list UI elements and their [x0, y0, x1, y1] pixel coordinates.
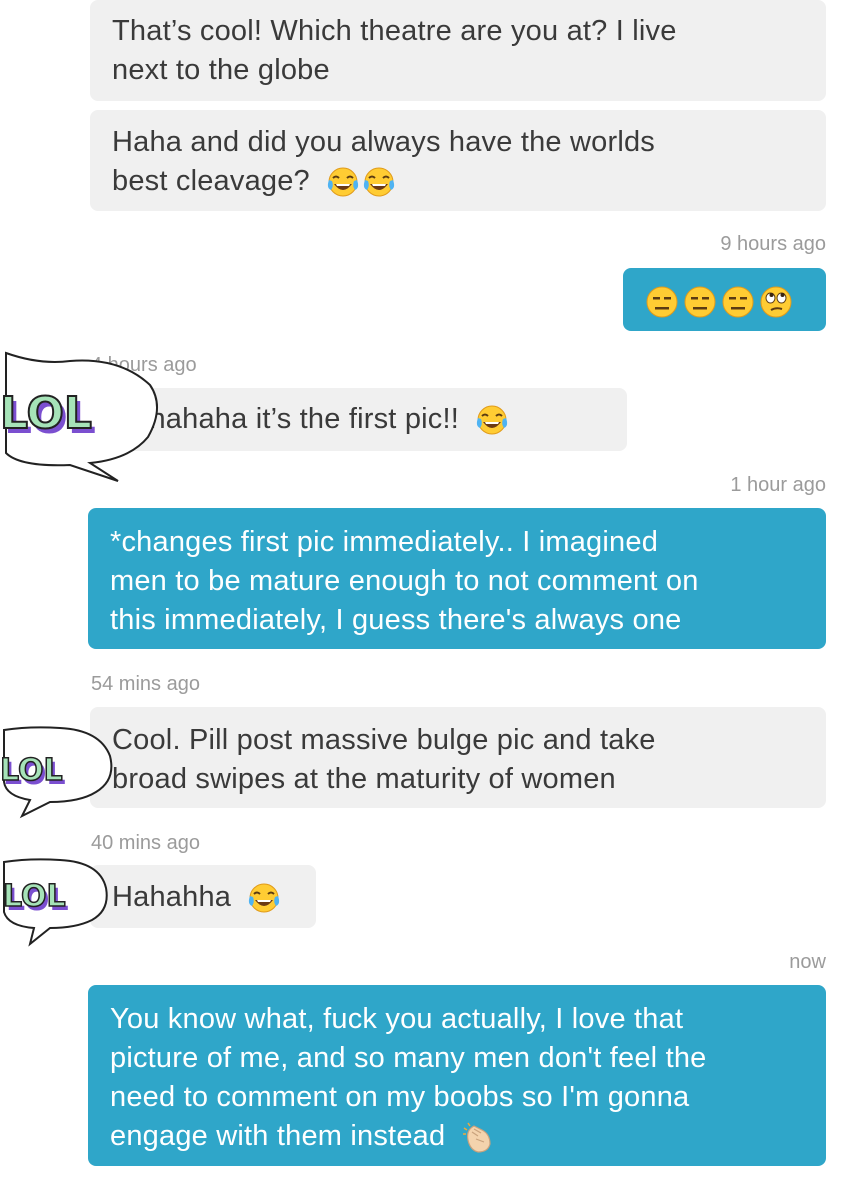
message-timestamp: 1 hour ago: [730, 474, 826, 496]
message-text-line: this immediately, I guess there's always…: [110, 604, 682, 636]
expressionless-face-icon: [721, 285, 755, 319]
message-text-line: Haha and did you always have the worlds: [112, 126, 656, 158]
lol-sticker: LOL LOL: [0, 852, 110, 948]
message-text-line: men to be mature enough to not comment o…: [110, 565, 699, 597]
outgoing-message-bubble[interactable]: You know what, fuck you actually, I love…: [88, 985, 826, 1166]
lol-text: LOL: [0, 388, 92, 439]
incoming-message-bubble[interactable]: Hahahaha it’s the first pic!!: [90, 388, 627, 451]
message-text-line: next to the globe: [112, 54, 330, 86]
outgoing-message-bubble[interactable]: [623, 268, 826, 331]
message-text-line: need to comment on my boobs so I'm gonna: [110, 1081, 690, 1113]
lol-sticker: LOL LOL: [0, 345, 160, 485]
clapping-hands-icon: [462, 1120, 496, 1154]
expressionless-face-icon: [683, 285, 717, 319]
incoming-message-bubble[interactable]: Haha and did you always have the worlds …: [90, 110, 826, 211]
incoming-message-bubble[interactable]: Cool. Pill post massive bulge pic and ta…: [90, 707, 826, 808]
message-text-line: broad swipes at the maturity of women: [112, 763, 616, 795]
incoming-message-bubble[interactable]: Hahahha: [90, 865, 316, 928]
message-text-line: Hahahha: [112, 878, 316, 917]
message-text-line: That’s cool! Which theatre are you at? I…: [112, 15, 677, 47]
expressionless-face-icon: [645, 285, 679, 319]
joy-face-icon: [362, 166, 396, 198]
lol-text: LOL: [0, 753, 63, 788]
outgoing-message-bubble[interactable]: *changes first pic immediately.. I imagi…: [88, 508, 826, 649]
message-text-line: Cool. Pill post massive bulge pic and ta…: [112, 724, 656, 756]
message-text-line: *changes first pic immediately.. I imagi…: [110, 526, 659, 558]
lol-text: LOL: [3, 879, 66, 914]
message-timestamp: 54 mins ago: [91, 673, 200, 695]
message-text-line: best cleavage?: [112, 162, 804, 201]
joy-face-icon: [475, 404, 509, 436]
message-text-line: Hahahaha it’s the first pic!!: [112, 400, 627, 439]
incoming-message-bubble[interactable]: That’s cool! Which theatre are you at? I…: [90, 0, 826, 101]
message-timestamp: 9 hours ago: [720, 233, 826, 255]
joy-face-icon: [247, 882, 281, 914]
joy-face-icon: [326, 166, 360, 198]
message-text-line: engage with them instead: [110, 1117, 826, 1156]
message-timestamp: now: [789, 951, 826, 973]
lol-sticker: LOL LOL: [0, 722, 115, 822]
message-text-line: picture of me, and so many men don't fee…: [110, 1042, 707, 1074]
message-text-line: You know what, fuck you actually, I love…: [110, 1003, 684, 1035]
eye-roll-face-icon: [759, 285, 793, 319]
